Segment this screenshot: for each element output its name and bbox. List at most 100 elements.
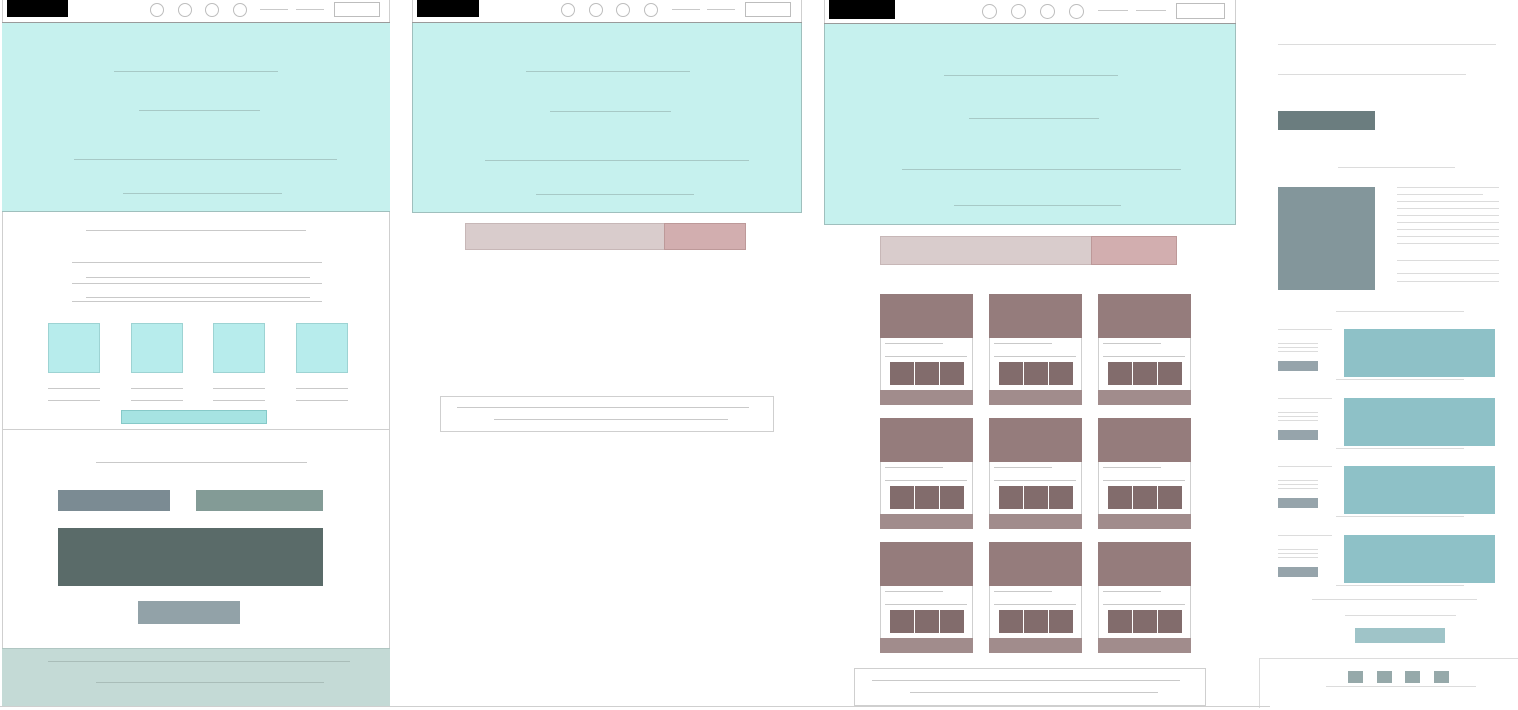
article-list-image[interactable]: [1344, 329, 1495, 377]
search-nav-icon-1[interactable]: [561, 3, 575, 17]
article-footer-square-2[interactable]: [1377, 671, 1392, 683]
home-lower-button-2[interactable]: [196, 490, 323, 511]
article-list-image[interactable]: [1344, 398, 1495, 446]
article-list-image[interactable]: [1344, 466, 1495, 514]
result-card-thumb[interactable]: [1158, 362, 1182, 385]
search-nav-icon-3[interactable]: [616, 3, 630, 17]
result-card-thumb[interactable]: [999, 610, 1023, 633]
result-card-thumb[interactable]: [940, 362, 964, 385]
article-body-line: [1397, 243, 1499, 244]
result-card-title-line: [885, 467, 943, 468]
home-nav-icon-4[interactable]: [233, 3, 247, 17]
result-card-meta-line: [994, 356, 1076, 357]
search-nav-link-2[interactable]: [707, 9, 735, 10]
results-nav-link-2[interactable]: [1136, 10, 1166, 11]
result-card-footer[interactable]: [1098, 638, 1191, 653]
result-card-thumb[interactable]: [999, 486, 1023, 509]
home-feature-tile-1[interactable]: [48, 323, 100, 373]
article-list-tag[interactable]: [1278, 567, 1318, 577]
search-nav-link-1[interactable]: [672, 9, 700, 10]
results-nav-icon-3[interactable]: [1040, 4, 1055, 19]
result-card-thumb[interactable]: [1133, 362, 1157, 385]
search-query-input[interactable]: [465, 223, 665, 250]
results-pagination-line-1: [872, 680, 1180, 681]
result-card-footer[interactable]: [1098, 390, 1191, 405]
article-footer-square-1[interactable]: [1348, 671, 1363, 683]
article-footer-square-3[interactable]: [1405, 671, 1420, 683]
article-list-end-line-1: [1312, 599, 1477, 600]
article-list-tag[interactable]: [1278, 430, 1318, 440]
results-query-input[interactable]: [880, 236, 1092, 265]
result-card-thumb[interactable]: [1158, 486, 1182, 509]
result-card-thumb[interactable]: [1108, 362, 1132, 385]
home-logo[interactable]: [7, 0, 68, 17]
results-nav-link-1[interactable]: [1098, 10, 1128, 11]
search-nav-icon-2[interactable]: [589, 3, 603, 17]
results-submit-button[interactable]: [1091, 236, 1177, 265]
article-list-image[interactable]: [1344, 535, 1495, 583]
result-card-footer[interactable]: [989, 638, 1082, 653]
home-nav-link-1[interactable]: [260, 9, 288, 10]
search-nav-icon-4[interactable]: [644, 3, 658, 17]
result-card-thumb[interactable]: [1108, 486, 1132, 509]
article-load-more-button[interactable]: [1355, 628, 1445, 643]
result-card-thumb[interactable]: [1024, 610, 1048, 633]
result-card-title-line: [885, 343, 943, 344]
result-card-footer[interactable]: [880, 390, 973, 405]
article-footer-square-4[interactable]: [1434, 671, 1449, 683]
result-card-meta-line: [1103, 480, 1185, 481]
result-card-thumb[interactable]: [1133, 610, 1157, 633]
result-card-footer[interactable]: [880, 514, 973, 529]
result-card-footer[interactable]: [880, 638, 973, 653]
article-feature-image: [1278, 187, 1375, 290]
home-feature-cta-button[interactable]: [121, 410, 267, 424]
result-card-thumb[interactable]: [915, 362, 939, 385]
article-action-button[interactable]: [1278, 111, 1375, 130]
result-card-thumb[interactable]: [1024, 362, 1048, 385]
results-logo[interactable]: [829, 0, 895, 19]
result-card-thumb[interactable]: [1133, 486, 1157, 509]
home-nav-link-2[interactable]: [296, 9, 324, 10]
result-card-thumb[interactable]: [999, 362, 1023, 385]
result-card-thumb[interactable]: [1158, 610, 1182, 633]
search-nav-search-input[interactable]: [745, 2, 791, 17]
result-card-footer[interactable]: [989, 514, 1082, 529]
result-card-image: [1098, 542, 1191, 586]
result-card-thumb[interactable]: [1024, 486, 1048, 509]
home-nav-icon-3[interactable]: [205, 3, 219, 17]
result-card-thumb[interactable]: [1049, 362, 1073, 385]
home-nav-search-input[interactable]: [334, 2, 380, 17]
result-card-thumb[interactable]: [890, 486, 914, 509]
home-feature-tile-2[interactable]: [131, 323, 183, 373]
article-list-separator: [1336, 379, 1464, 380]
result-card-thumb[interactable]: [940, 610, 964, 633]
results-nav-search-input[interactable]: [1176, 3, 1225, 19]
result-card-thumb[interactable]: [1049, 610, 1073, 633]
article-list-tag[interactable]: [1278, 361, 1318, 371]
search-logo[interactable]: [417, 0, 479, 17]
result-card-footer[interactable]: [989, 390, 1082, 405]
results-nav-icon-1[interactable]: [982, 4, 997, 19]
article-body-line: [1397, 229, 1499, 230]
result-card-thumb[interactable]: [1108, 610, 1132, 633]
home-lower-small-button[interactable]: [138, 601, 240, 624]
home-nav-icon-1[interactable]: [150, 3, 164, 17]
results-nav-icon-4[interactable]: [1069, 4, 1084, 19]
search-empty-message-line-2: [494, 419, 728, 420]
home-feature-tile-3[interactable]: [213, 323, 265, 373]
article-list-tag[interactable]: [1278, 498, 1318, 508]
article-title-line-1: [1278, 44, 1496, 45]
home-nav-icon-2[interactable]: [178, 3, 192, 17]
home-feature-caption-3b: [213, 400, 265, 401]
result-card-thumb[interactable]: [915, 610, 939, 633]
result-card-thumb[interactable]: [940, 486, 964, 509]
result-card-thumb[interactable]: [1049, 486, 1073, 509]
home-lower-button-1[interactable]: [58, 490, 170, 511]
result-card-thumb[interactable]: [890, 362, 914, 385]
result-card-footer[interactable]: [1098, 514, 1191, 529]
home-feature-tile-4[interactable]: [296, 323, 348, 373]
search-submit-button[interactable]: [664, 223, 746, 250]
results-nav-icon-2[interactable]: [1011, 4, 1026, 19]
result-card-thumb[interactable]: [915, 486, 939, 509]
result-card-thumb[interactable]: [890, 610, 914, 633]
